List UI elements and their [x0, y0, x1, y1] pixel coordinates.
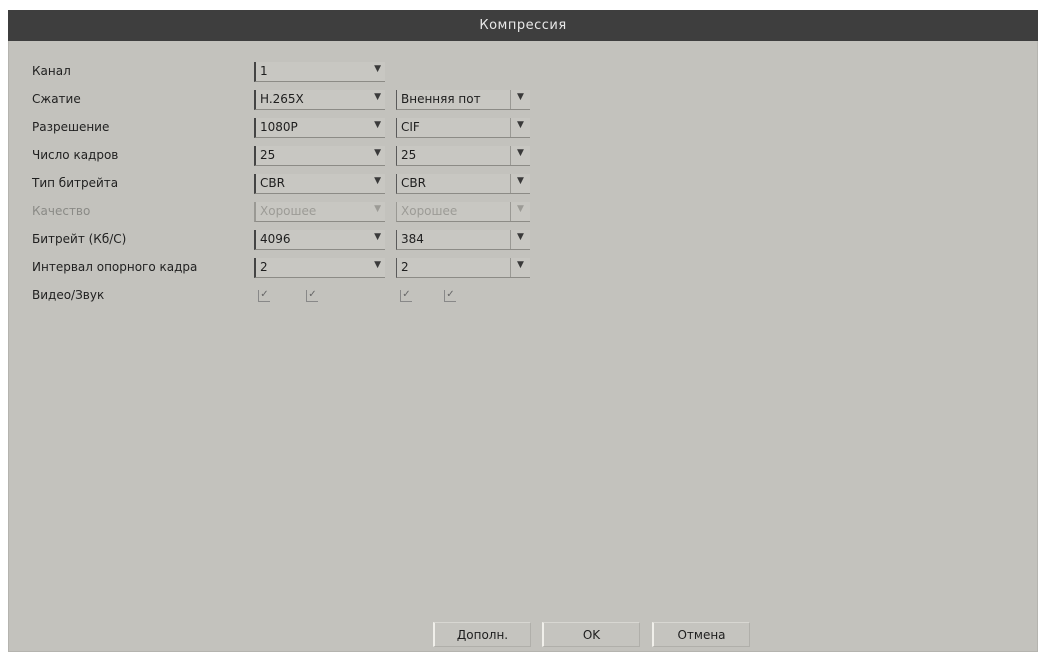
chevron-down-icon: ▼ [517, 204, 524, 214]
quality-label: Качество [32, 204, 91, 218]
dialog-title: Компрессия [8, 10, 1038, 41]
keyframe-interval-sub-select[interactable]: 2 ▼ [396, 258, 530, 278]
check-icon: ✓ [446, 289, 455, 300]
keyframe-interval-sub-value: 2 [401, 260, 409, 274]
advanced-button[interactable]: Дополн. [433, 622, 531, 647]
bitrate-sub-select[interactable]: 384 ▼ [396, 230, 530, 250]
keyframe-interval-label: Интервал опорного кадра [32, 260, 198, 274]
main-audio-checkbox[interactable]: ✓ [306, 290, 318, 302]
keyframe-interval-main-select[interactable]: 2 ▼ [254, 258, 385, 278]
resolution-sub-select[interactable]: CIF ▼ [396, 118, 530, 138]
chevron-down-icon: ▼ [374, 176, 381, 186]
frame-rate-sub-select[interactable]: 25 ▼ [396, 146, 530, 166]
channel-label: Канал [32, 64, 71, 78]
chevron-down-icon: ▼ [374, 92, 381, 102]
chevron-down-icon: ▼ [517, 92, 524, 102]
bitrate-type-main-select[interactable]: CBR ▼ [254, 174, 385, 194]
row-bitrate-type: Тип битрейта CBR ▼ CBR ▼ [8, 174, 1038, 196]
bitrate-type-main-value: CBR [260, 176, 285, 190]
channel-select[interactable]: 1 ▼ [254, 62, 385, 82]
frame-rate-label: Число кадров [32, 148, 119, 162]
bitrate-type-label: Тип битрейта [32, 176, 119, 190]
chevron-down-icon: ▼ [374, 232, 381, 242]
frame-rate-sub-value: 25 [401, 148, 417, 162]
row-frame-rate: Число кадров 25 ▼ 25 ▼ [8, 146, 1038, 168]
row-video-audio: Видео/Звук ✓ ✓ ✓ ✓ [8, 286, 1038, 308]
chevron-down-icon: ▼ [517, 120, 524, 130]
sub-video-checkbox[interactable]: ✓ [400, 290, 412, 302]
chevron-down-icon: ▼ [374, 64, 381, 74]
channel-value: 1 [260, 64, 268, 78]
chevron-down-icon: ▼ [517, 176, 524, 186]
row-keyframe-interval: Интервал опорного кадра 2 ▼ 2 ▼ [8, 258, 1038, 280]
bitrate-type-sub-select[interactable]: CBR ▼ [396, 174, 530, 194]
quality-sub-value: Хорошее [401, 204, 458, 218]
frame-rate-main-select[interactable]: 25 ▼ [254, 146, 385, 166]
row-bitrate: Битрейт (Кб/С) 4096 ▼ 384 ▼ [8, 230, 1038, 252]
frame-rate-main-value: 25 [260, 148, 276, 162]
row-resolution: Разрешение 1080P ▼ CIF ▼ [8, 118, 1038, 140]
check-icon: ✓ [308, 289, 317, 300]
compression-main-select[interactable]: H.265X ▼ [254, 90, 385, 110]
quality-sub-select: Хорошее ▼ [396, 202, 530, 222]
quality-main-select: Хорошее ▼ [254, 202, 385, 222]
resolution-sub-value: CIF [401, 120, 420, 134]
bitrate-type-sub-value: CBR [401, 176, 426, 190]
resolution-label: Разрешение [32, 120, 110, 134]
chevron-down-icon: ▼ [374, 204, 381, 214]
check-icon: ✓ [260, 289, 269, 300]
quality-main-value: Хорошее [260, 204, 317, 218]
row-compression: Сжатие H.265X ▼ Вненняя пот ▼ [8, 90, 1038, 112]
chevron-down-icon: ▼ [374, 120, 381, 130]
row-channel: Канал 1 ▼ [8, 62, 1038, 84]
chevron-down-icon: ▼ [517, 260, 524, 270]
compression-main-value: H.265X [260, 92, 304, 106]
check-icon: ✓ [402, 289, 411, 300]
compression-label: Сжатие [32, 92, 81, 106]
compression-dialog: Компрессия Канал 1 ▼ Сжатие H.265X ▼ Вне… [8, 10, 1038, 652]
bitrate-main-select[interactable]: 4096 ▼ [254, 230, 385, 250]
sub-audio-checkbox[interactable]: ✓ [444, 290, 456, 302]
video-audio-label: Видео/Звук [32, 288, 105, 302]
chevron-down-icon: ▼ [374, 148, 381, 158]
chevron-down-icon: ▼ [374, 260, 381, 270]
row-quality: Качество Хорошее ▼ Хорошее ▼ [8, 202, 1038, 224]
bitrate-main-value: 4096 [260, 232, 291, 246]
resolution-main-select[interactable]: 1080P ▼ [254, 118, 385, 138]
compression-sub-value: Вненняя пот [401, 92, 481, 106]
chevron-down-icon: ▼ [517, 148, 524, 158]
compression-sub-select[interactable]: Вненняя пот ▼ [396, 90, 530, 110]
cancel-button[interactable]: Отмена [652, 622, 750, 647]
resolution-main-value: 1080P [260, 120, 298, 134]
keyframe-interval-main-value: 2 [260, 260, 268, 274]
bitrate-label: Битрейт (Кб/С) [32, 232, 127, 246]
ok-button[interactable]: OK [542, 622, 640, 647]
main-video-checkbox[interactable]: ✓ [258, 290, 270, 302]
chevron-down-icon: ▼ [517, 232, 524, 242]
bitrate-sub-value: 384 [401, 232, 424, 246]
